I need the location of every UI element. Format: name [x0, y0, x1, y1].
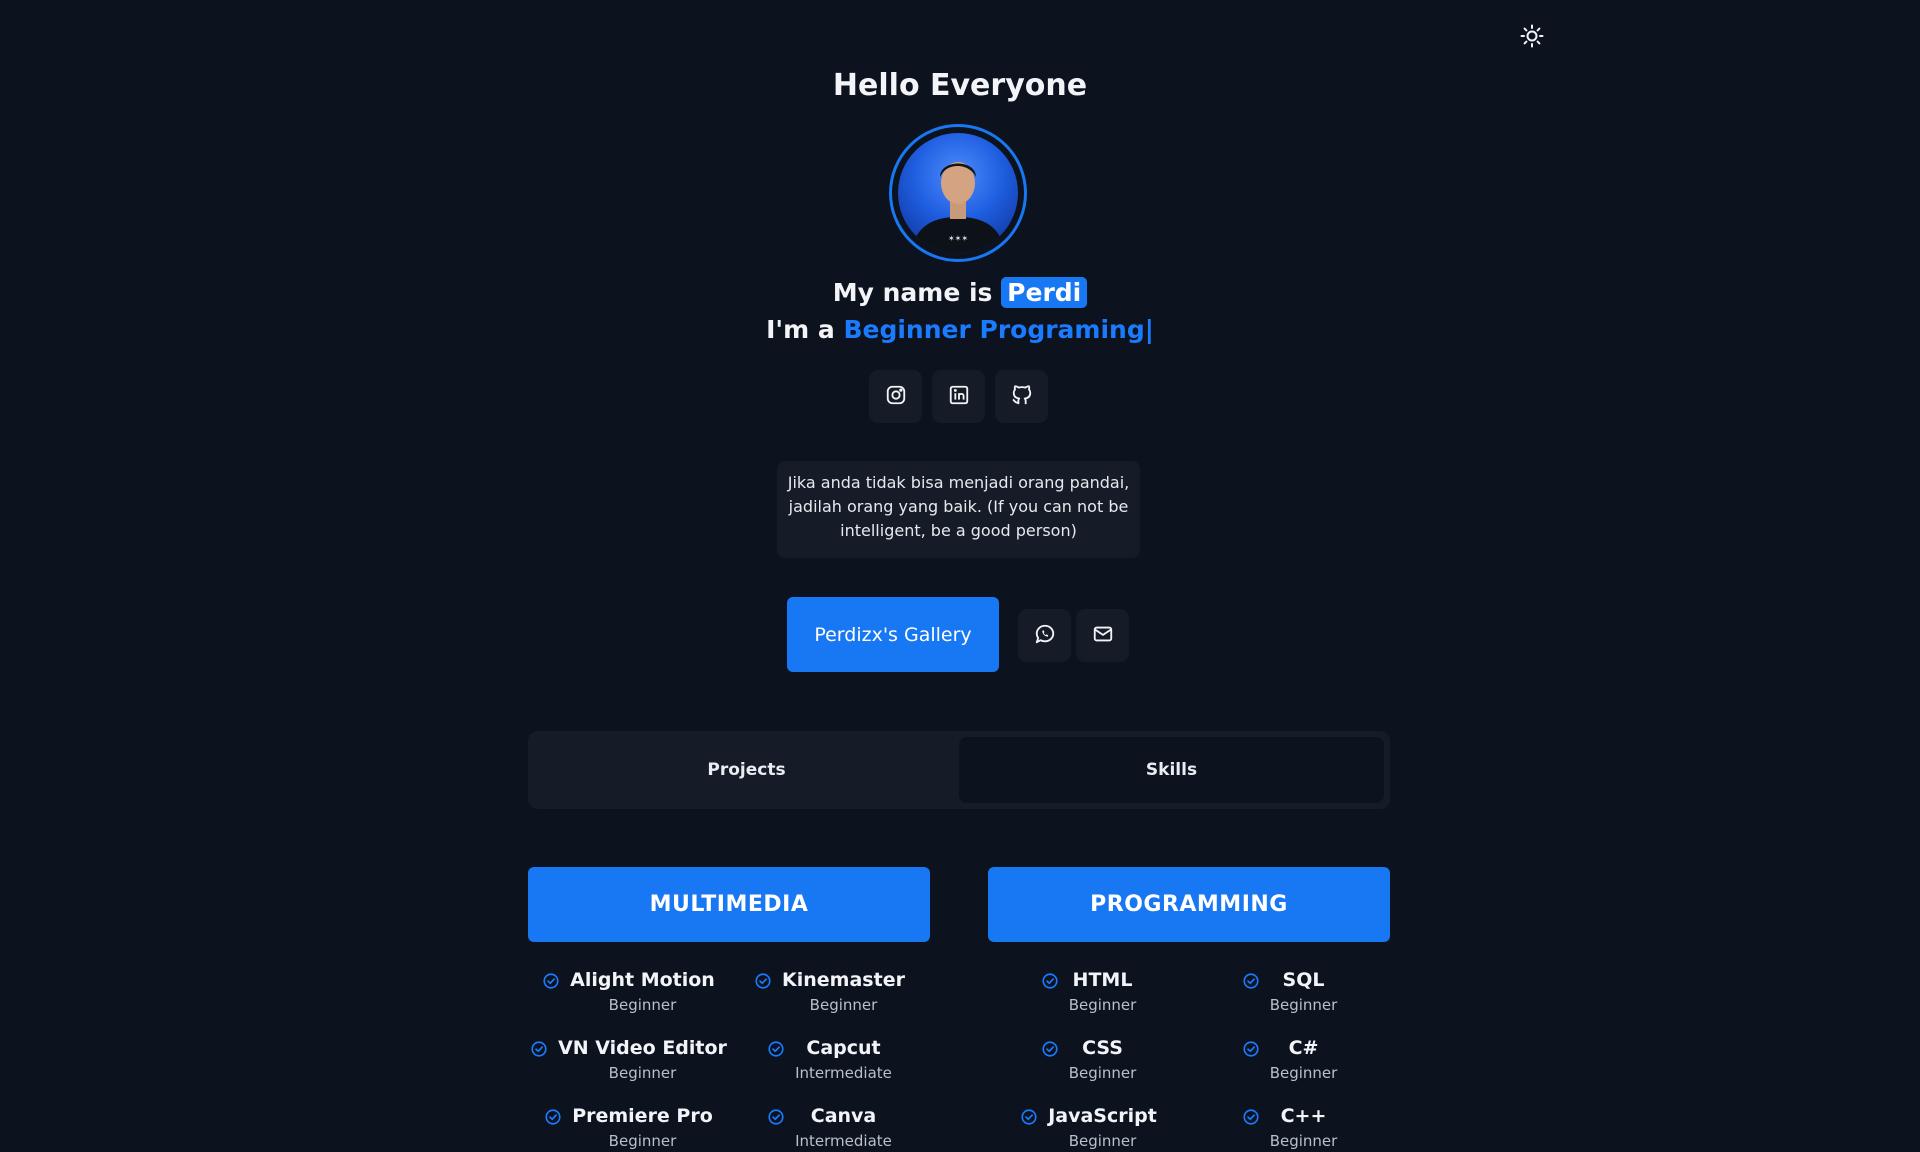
check-circle-icon [767, 1040, 785, 1062]
skill-text: HTML Beginner [1069, 966, 1137, 1016]
name-line: My name is Perdi [0, 277, 1920, 308]
category-programming: PROGRAMMING [988, 867, 1390, 942]
skill-text: SQL Beginner [1270, 966, 1338, 1016]
skill-item: Capcut Intermediate [729, 1034, 930, 1084]
sun-icon [1520, 24, 1544, 52]
skill-level: Intermediate [795, 1064, 892, 1082]
skill-name: CSS [1082, 1037, 1123, 1059]
skill-item: C++ Beginner [1189, 1102, 1390, 1152]
skill-text: Capcut Intermediate [795, 1034, 892, 1084]
skill-name: SQL [1282, 969, 1325, 991]
skill-level: Beginner [608, 1132, 677, 1150]
skill-level: Beginner [608, 996, 677, 1014]
skill-name: Capcut [806, 1037, 881, 1059]
programming-skills: HTML Beginner SQL Beginner CSS Beginner C# Begi… [988, 966, 1390, 1152]
avatar: ✶✶✶ [889, 124, 1027, 262]
skill-text: Kinemaster Beginner [782, 966, 905, 1016]
skill-level: Beginner [1269, 996, 1338, 1014]
linkedin-icon [948, 384, 970, 410]
skill-level: Beginner [608, 1064, 677, 1082]
check-circle-icon [1242, 1040, 1260, 1062]
check-circle-icon [1020, 1108, 1038, 1130]
skill-text: JavaScript Beginner [1048, 1102, 1157, 1152]
skill-name: C++ [1280, 1105, 1327, 1127]
skill-text: Premiere Pro Beginner [572, 1102, 713, 1152]
skill-level: Beginner [1269, 1064, 1338, 1082]
skill-text: CSS Beginner [1069, 1034, 1137, 1084]
skill-item: JavaScript Beginner [988, 1102, 1189, 1152]
skill-level: Beginner [1269, 1132, 1338, 1150]
instagram-button[interactable] [869, 370, 922, 423]
skill-item: Premiere Pro Beginner [528, 1102, 729, 1152]
mail-icon [1092, 623, 1114, 649]
email-button[interactable] [1076, 609, 1129, 662]
skill-name: Kinemaster [782, 969, 905, 991]
section-tabs: Projects Skills [528, 731, 1390, 809]
social-links [869, 370, 1048, 423]
skill-name: JavaScript [1048, 1105, 1157, 1127]
role-prefix: I'm a [766, 315, 835, 344]
linkedin-button[interactable] [932, 370, 985, 423]
skill-item: SQL Beginner [1189, 966, 1390, 1016]
github-button[interactable] [995, 370, 1048, 423]
skill-level: Intermediate [795, 1132, 892, 1150]
check-circle-icon [544, 1108, 562, 1130]
category-multimedia: MULTIMEDIA [528, 867, 930, 942]
skill-item: C# Beginner [1189, 1034, 1390, 1084]
check-circle-icon [1242, 1108, 1260, 1130]
skill-level: Beginner [1068, 996, 1137, 1014]
name-highlight: Perdi [1001, 277, 1088, 308]
avatar-photo: ✶✶✶ [898, 133, 1018, 253]
instagram-icon [885, 384, 907, 410]
check-circle-icon [767, 1108, 785, 1130]
skill-name: C# [1288, 1037, 1319, 1059]
tab-projects[interactable]: Projects [534, 737, 959, 803]
skill-text: Canva Intermediate [795, 1102, 892, 1152]
skill-text: C# Beginner [1270, 1034, 1338, 1084]
tab-skills[interactable]: Skills [959, 737, 1384, 803]
skill-level: Beginner [1068, 1064, 1137, 1082]
theme-toggle-button[interactable] [1518, 24, 1546, 52]
skill-item: Kinemaster Beginner [729, 966, 930, 1016]
page-title: Hello Everyone [832, 68, 1088, 103]
skill-item: Canva Intermediate [729, 1102, 930, 1152]
check-circle-icon [1242, 972, 1260, 994]
svg-text:✶✶✶: ✶✶✶ [948, 234, 968, 243]
github-icon [1011, 384, 1033, 410]
whatsapp-button[interactable] [1018, 609, 1071, 662]
check-circle-icon [542, 972, 560, 994]
skill-name: HTML [1072, 969, 1133, 991]
skill-name: Canva [810, 1105, 877, 1127]
whatsapp-icon [1034, 623, 1056, 649]
gallery-button[interactable]: Perdizx's Gallery [787, 597, 999, 672]
skill-text: C++ Beginner [1270, 1102, 1338, 1152]
skill-item: VN Video Editor Beginner [528, 1034, 729, 1084]
skill-text: VN Video Editor Beginner [558, 1034, 727, 1084]
skill-item: CSS Beginner [988, 1034, 1189, 1084]
role-typing-text: Beginner Programing| [843, 315, 1154, 344]
check-circle-icon [1041, 972, 1059, 994]
skill-level: Beginner [809, 996, 878, 1014]
multimedia-skills: Alight Motion Beginner Kinemaster Beginner V… [528, 966, 930, 1152]
skill-item: HTML Beginner [988, 966, 1189, 1016]
skill-item: Alight Motion Beginner [528, 966, 729, 1016]
skill-name: Premiere Pro [572, 1105, 713, 1127]
skill-level: Beginner [1068, 1132, 1137, 1150]
check-circle-icon [1041, 1040, 1059, 1062]
name-prefix: My name is [832, 278, 993, 307]
check-circle-icon [754, 972, 772, 994]
skill-text: Alight Motion Beginner [570, 966, 715, 1016]
skill-name: VN Video Editor [558, 1037, 727, 1059]
quote-card: Jika anda tidak bisa menjadi orang panda… [777, 461, 1140, 558]
skill-name: Alight Motion [570, 969, 715, 991]
role-line: I'm a Beginner Programing| [0, 315, 1920, 344]
check-circle-icon [530, 1040, 548, 1062]
